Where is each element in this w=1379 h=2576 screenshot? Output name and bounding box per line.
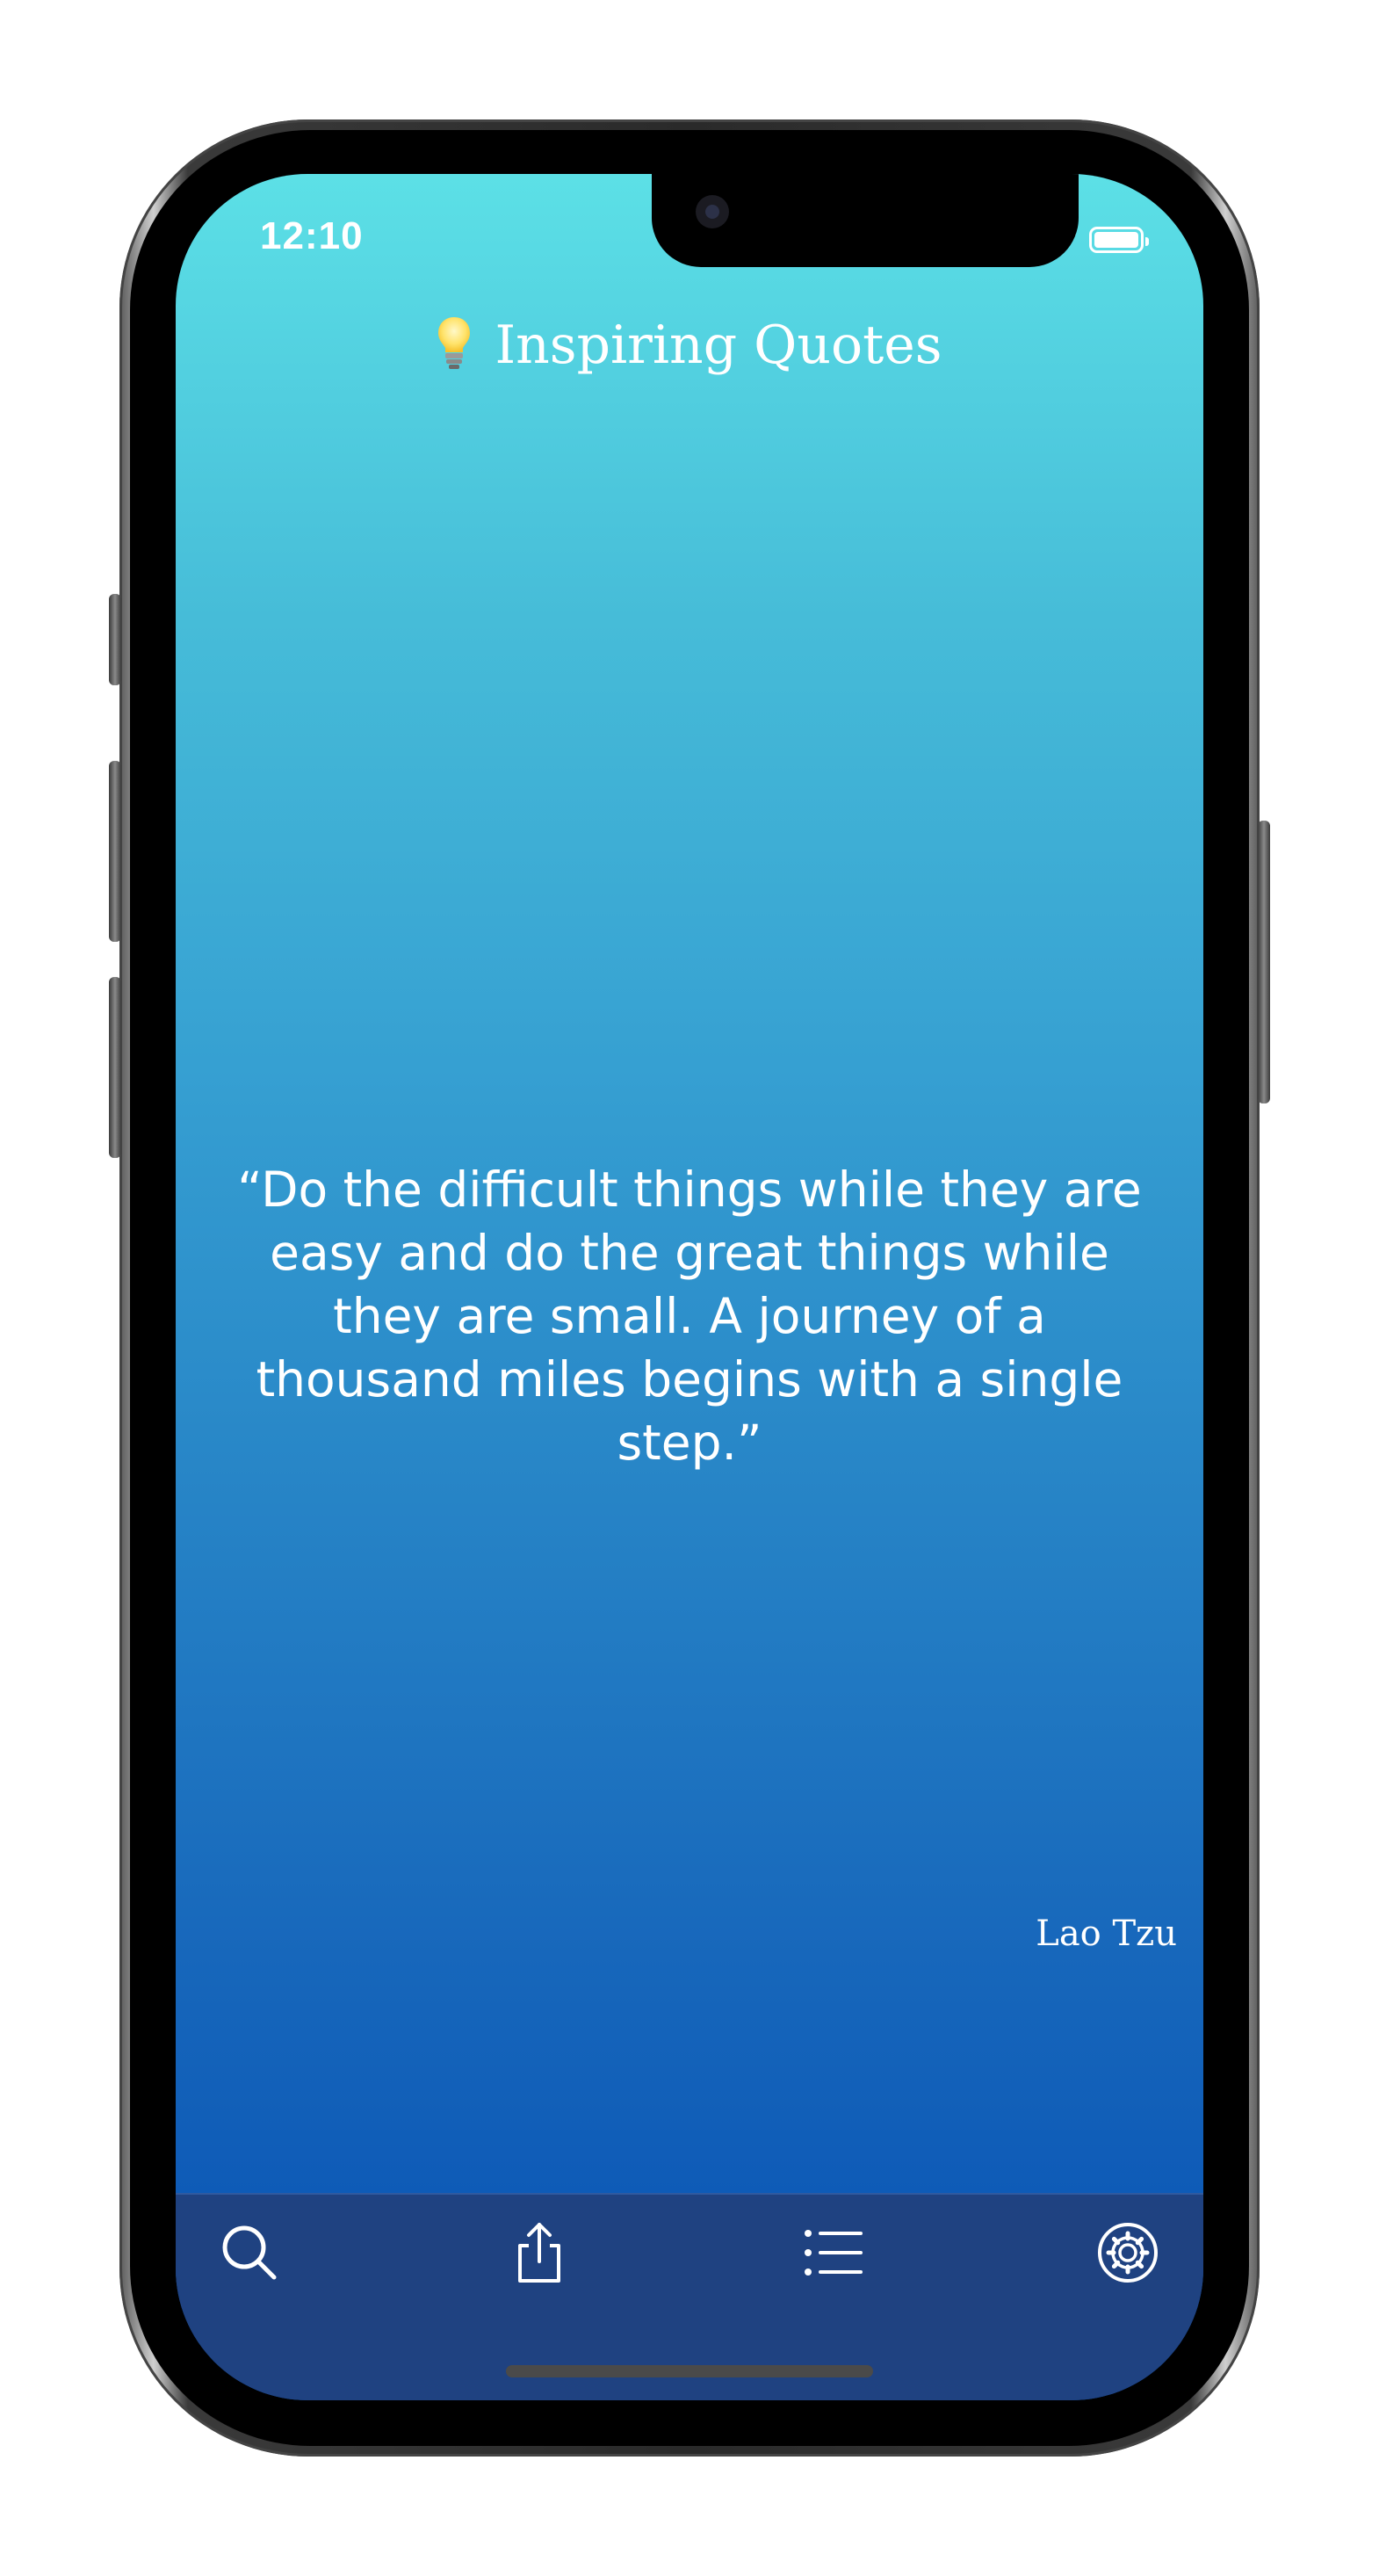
app-title-text: Inspiring Quotes — [495, 315, 942, 376]
front-camera — [696, 195, 729, 228]
lightbulb-icon — [438, 317, 471, 370]
share-button[interactable] — [504, 2218, 574, 2288]
search-icon — [222, 2225, 277, 2280]
volume-up-button — [109, 761, 121, 942]
list-icon — [805, 2230, 863, 2276]
power-button — [1258, 821, 1270, 1103]
settings-button[interactable] — [1093, 2218, 1163, 2288]
home-indicator[interactable] — [506, 2365, 873, 2377]
quote-author: Lao Tzu — [1036, 1914, 1177, 1954]
app-title: Inspiring Quotes — [176, 315, 1203, 377]
notch — [652, 174, 1079, 267]
status-time: 12:10 — [260, 214, 364, 257]
silent-switch — [109, 594, 121, 685]
list-button[interactable] — [798, 2218, 868, 2288]
share-icon — [518, 2223, 560, 2283]
quote-text: “Do the difficult things while they are … — [237, 1161, 1142, 1471]
volume-down-button — [109, 977, 121, 1158]
battery-full-icon — [1089, 227, 1149, 253]
search-button[interactable] — [214, 2218, 285, 2288]
settings-icon — [1098, 2223, 1158, 2283]
app-screen: 12:10 Inspiring Quotes “Do the difficult — [176, 174, 1203, 2400]
